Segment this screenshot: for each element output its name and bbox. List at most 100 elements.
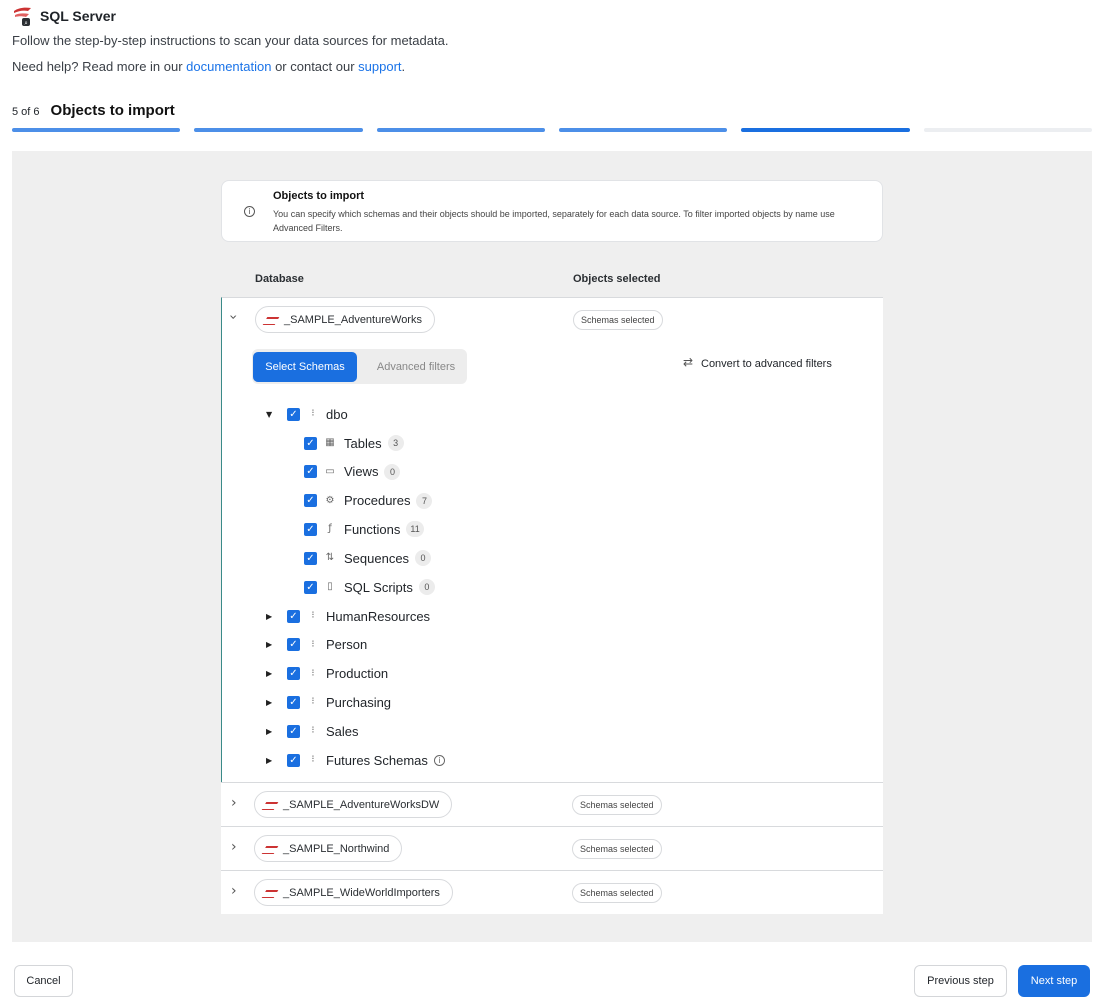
object-type-row: ✓ ⇅ Sequences 0 <box>304 547 432 569</box>
object-checkbox[interactable]: ✓ <box>304 465 317 479</box>
chevron-right-icon[interactable]: › <box>231 883 237 899</box>
page-header: ⌕ SQL Server <box>12 5 116 27</box>
object-type-row: ✓ ▦ Tables 3 <box>304 432 404 454</box>
object-count-badge: 0 <box>415 550 432 567</box>
info-text: You can specify which schemas and their … <box>273 209 835 233</box>
help-suffix: . <box>401 59 406 74</box>
schema-checkbox[interactable]: ✓ <box>287 407 300 421</box>
database-row[interactable]: › _SAMPLE_Northwind Schemas selected <box>221 826 883 870</box>
tree-node-schema: ▶ ✓ ⁝ HumanResources <box>266 605 430 627</box>
main-panel: i Objects to import You can specify whic… <box>12 151 1092 942</box>
status-badge: Schemas selected <box>572 883 662 903</box>
step-count: 5 of 6 <box>12 106 40 118</box>
sql-server-icon <box>263 887 277 899</box>
sql-server-logo-icon: ⌕ <box>12 5 34 27</box>
progress-segment <box>376 128 545 132</box>
documentation-link[interactable]: documentation <box>186 59 271 74</box>
object-type-row: ✓ ▭ Views 0 <box>304 461 401 483</box>
object-checkbox[interactable]: ✓ <box>304 551 317 565</box>
object-type-label: Sequences <box>344 550 410 566</box>
chevron-right-icon[interactable]: › <box>231 839 237 855</box>
object-type-row: ✓ ƒ Functions 11 <box>304 518 424 540</box>
help-middle: or contact our <box>271 59 359 74</box>
database-row[interactable]: › _SAMPLE_WideWorldImporters Schemas selec… <box>221 870 883 914</box>
schema-icon: ⁝ <box>311 610 315 621</box>
sql-server-icon <box>263 843 277 855</box>
object-checkbox[interactable]: ✓ <box>304 580 317 594</box>
object-type-row: ✓ ▯ SQL Scripts 0 <box>304 576 435 598</box>
database-pill: _SAMPLE_Northwind <box>254 835 403 862</box>
database-pill: _SAMPLE_WideWorldImporters <box>254 879 453 906</box>
info-card: i Objects to import You can specify whic… <box>221 180 883 242</box>
step-title: Objects to import <box>50 102 175 119</box>
object-type-row: ✓ ⚙ Procedures 7 <box>304 490 433 512</box>
function-icon: ƒ <box>328 523 332 535</box>
next-step-button[interactable]: Next step <box>1018 965 1090 997</box>
step-header: 5 of 6 Objects to import <box>12 102 175 119</box>
database-row[interactable]: › _SAMPLE_AdventureWorksDW Schemas selecte… <box>221 782 883 826</box>
caret-right-icon[interactable]: ▶ <box>266 612 276 621</box>
database-pill: _SAMPLE_AdventureWorks <box>255 306 435 333</box>
gear-icon: ⚙ <box>325 494 335 506</box>
help-text: Need help? Read more in our documentatio… <box>12 59 405 74</box>
object-checkbox[interactable]: ✓ <box>304 522 317 536</box>
object-checkbox[interactable]: ✓ <box>304 436 317 450</box>
table-icon: ▦ <box>325 437 335 448</box>
schema-checkbox[interactable]: ✓ <box>287 695 300 709</box>
status-badge: Schemas selected <box>573 310 663 330</box>
schema-icon: ⁝ <box>311 725 315 737</box>
page-subtitle: Follow the step-by-step instructions to … <box>12 33 449 48</box>
caret-right-icon[interactable]: ▶ <box>266 698 276 707</box>
object-count-badge: 7 <box>416 492 433 509</box>
convert-to-advanced-filters-button[interactable]: Convert to advanced filters <box>683 355 832 370</box>
schema-checkbox[interactable]: ✓ <box>287 638 300 652</box>
previous-step-button[interactable]: Previous step <box>914 965 1007 997</box>
database-name: _SAMPLE_AdventureWorks <box>284 313 422 326</box>
tab-select-schemas[interactable]: Select Schemas <box>253 352 357 382</box>
object-type-label: Views <box>344 464 379 480</box>
column-header-objects-selected: Objects selected <box>573 273 661 285</box>
caret-right-icon[interactable]: ▶ <box>266 669 276 678</box>
view-icon: ▭ <box>325 465 335 477</box>
schema-icon: ⁝ <box>311 696 315 708</box>
database-name: _SAMPLE_AdventureWorksDW <box>283 798 440 811</box>
database-row-expanded: › _SAMPLE_AdventureWorks Schemas selecte… <box>221 297 883 782</box>
object-type-label: Procedures <box>344 493 411 509</box>
sql-server-icon <box>263 799 277 811</box>
schema-checkbox[interactable]: ✓ <box>287 724 300 738</box>
svg-text:⌕: ⌕ <box>24 20 27 27</box>
database-pill: _SAMPLE_AdventureWorksDW <box>254 791 453 818</box>
caret-down-icon[interactable]: ▼ <box>266 410 276 419</box>
database-name: _SAMPLE_WideWorldImporters <box>283 886 440 899</box>
schema-icon: ⁝ <box>311 408 315 419</box>
schema-label: Production <box>326 666 389 682</box>
caret-right-icon[interactable]: ▶ <box>266 727 276 736</box>
schema-checkbox[interactable]: ✓ <box>287 667 300 681</box>
status-badge: Schemas selected <box>572 839 662 859</box>
cancel-button[interactable]: Cancel <box>14 965 73 997</box>
chevron-down-icon[interactable]: › <box>225 314 241 320</box>
help-prefix: Need help? Read more in our <box>12 59 187 74</box>
schema-label: Purchasing <box>326 694 392 710</box>
schema-checkbox[interactable]: ✓ <box>287 753 300 767</box>
progress-segment <box>558 128 728 132</box>
sql-file-icon: ▯ <box>327 581 333 592</box>
object-checkbox[interactable]: ✓ <box>304 494 317 508</box>
sql-server-icon <box>264 314 278 326</box>
tree-node-schema: ▶ ✓ ⁝ Sales <box>266 720 359 742</box>
schema-label: dbo <box>326 406 348 422</box>
tree-node-schema: ▶ ✓ ⁝ Purchasing <box>266 691 391 713</box>
support-link[interactable]: support <box>358 59 401 74</box>
info-icon[interactable]: i <box>433 754 445 766</box>
tree-node-schema: ▶ ✓ ⁝ Futures Schemas i <box>266 749 445 771</box>
step-progress-bar <box>12 128 1092 132</box>
caret-right-icon[interactable]: ▶ <box>266 640 276 649</box>
chevron-right-icon[interactable]: › <box>231 795 237 811</box>
object-type-label: Functions <box>344 521 401 537</box>
schema-checkbox[interactable]: ✓ <box>287 609 300 623</box>
caret-right-icon[interactable]: ▶ <box>266 756 276 765</box>
tab-advanced-filters[interactable]: Advanced filters <box>366 352 466 382</box>
progress-segment <box>194 128 363 132</box>
convert-icon <box>683 355 695 370</box>
status-badge: Schemas selected <box>572 795 662 815</box>
